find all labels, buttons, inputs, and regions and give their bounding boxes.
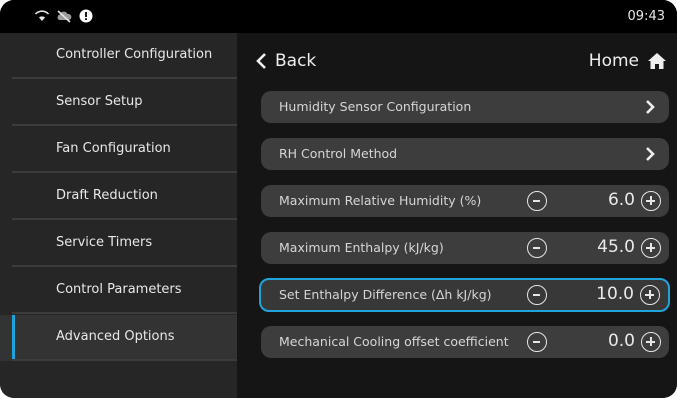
value-display: 45.0	[597, 237, 635, 257]
sidebar-item-label: Sensor Setup	[56, 94, 143, 109]
cloud-offline-icon	[57, 10, 72, 23]
sidebar-item-advanced-options[interactable]: Advanced Options	[0, 315, 237, 361]
decrement-button[interactable]	[527, 332, 547, 352]
row-label: Mechanical Cooling offset coefficient	[279, 334, 509, 349]
humidity-sensor-configuration-row[interactable]: Humidity Sensor Configuration	[261, 91, 669, 123]
increment-button[interactable]	[641, 238, 661, 258]
set-enthalpy-difference-row[interactable]: Set Enthalpy Difference (Δh kJ/kg) 10.0	[259, 278, 670, 312]
sidebar-item-label: Control Parameters	[56, 282, 182, 297]
decrement-button[interactable]	[527, 285, 547, 305]
row-label: Humidity Sensor Configuration	[279, 99, 472, 114]
chevron-right-icon[interactable]	[645, 99, 655, 115]
sidebar-item-label: Service Timers	[56, 235, 153, 250]
decrement-button[interactable]	[527, 191, 547, 211]
sidebar-item-label: Advanced Options	[56, 329, 175, 344]
divider	[12, 265, 237, 267]
sidebar-item-label: Controller Configuration	[56, 47, 213, 62]
increment-button[interactable]	[641, 191, 661, 211]
row-label: Set Enthalpy Difference (Δh kJ/kg)	[279, 287, 492, 302]
back-button[interactable]: Back	[255, 51, 316, 71]
row-label: RH Control Method	[279, 146, 398, 161]
active-indicator	[12, 315, 15, 361]
sidebar-item-service-timers[interactable]: Service Timers	[0, 221, 237, 267]
divider	[12, 124, 237, 126]
sidebar-item-draft-reduction[interactable]: Draft Reduction	[0, 174, 237, 220]
chevron-right-icon[interactable]	[645, 146, 655, 162]
main-panel: Back Home Humidity Sensor Configuration …	[237, 33, 677, 398]
wifi-icon	[34, 10, 50, 21]
increment-button[interactable]	[640, 285, 660, 305]
decrement-button[interactable]	[527, 238, 547, 258]
sidebar-item-label: Draft Reduction	[56, 188, 158, 203]
row-label: Maximum Relative Humidity (%)	[279, 193, 482, 208]
divider	[12, 359, 237, 361]
divider	[12, 171, 237, 173]
max-enthalpy-row: Maximum Enthalpy (kJ/kg) 45.0	[261, 232, 669, 264]
value-display: 0.0	[607, 331, 635, 351]
value-display: 10.0	[596, 284, 634, 304]
divider	[12, 312, 237, 314]
sidebar-item-control-parameters[interactable]: Control Parameters	[0, 268, 237, 314]
home-label: Home	[588, 51, 639, 71]
alert-icon	[79, 9, 93, 23]
divider	[12, 218, 237, 220]
sidebar-item-sensor-setup[interactable]: Sensor Setup	[0, 80, 237, 126]
home-icon	[648, 53, 666, 69]
mechanical-cooling-offset-row: Mechanical Cooling offset coefficient 0.…	[261, 326, 669, 358]
value-display: 6.0	[607, 190, 635, 210]
status-icons	[34, 9, 94, 23]
sidebar-item-fan-configuration[interactable]: Fan Configuration	[0, 127, 237, 173]
rh-control-method-row[interactable]: RH Control Method	[261, 138, 669, 170]
row-label: Maximum Enthalpy (kJ/kg)	[279, 240, 444, 255]
sidebar: Controller Configuration Sensor Setup Fa…	[0, 33, 237, 398]
increment-button[interactable]	[641, 332, 661, 352]
back-label: Back	[275, 51, 317, 71]
sidebar-item-label: Fan Configuration	[56, 141, 171, 156]
status-bar: 09:43	[0, 0, 677, 33]
clock: 09:43	[627, 9, 665, 24]
device-screen: 09:43 Controller Configuration Sensor Se…	[0, 0, 677, 398]
divider	[12, 77, 237, 79]
max-relative-humidity-row: Maximum Relative Humidity (%) 6.0	[261, 185, 669, 217]
sidebar-item-controller-configuration[interactable]: Controller Configuration	[0, 33, 237, 79]
chevron-left-icon	[256, 53, 266, 69]
home-button[interactable]: Home	[589, 51, 667, 71]
